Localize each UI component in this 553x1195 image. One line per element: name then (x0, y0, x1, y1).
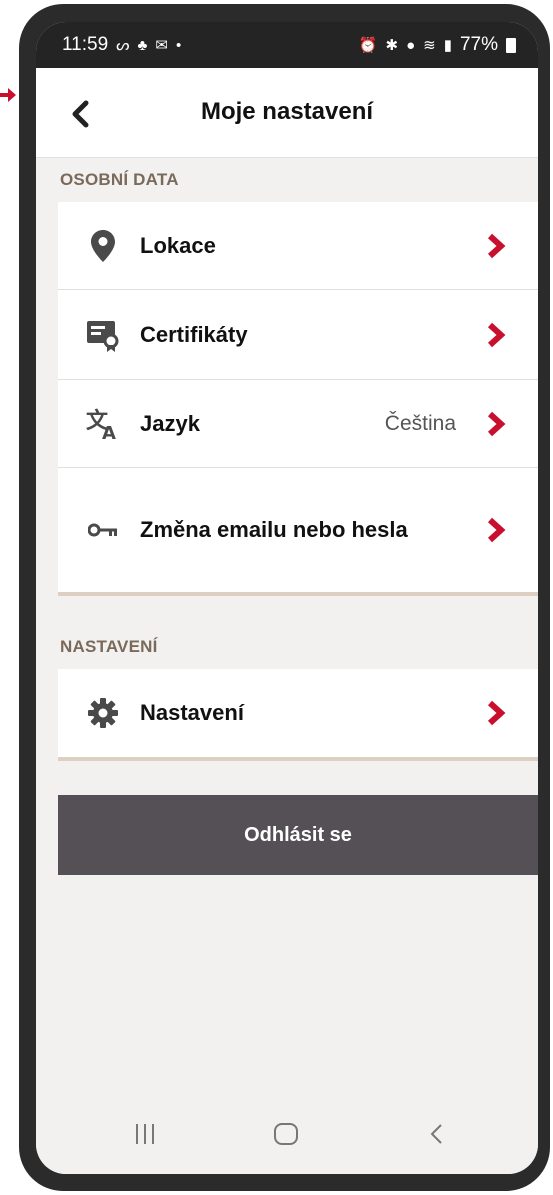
logout-button[interactable]: Odhlásit se (58, 795, 538, 875)
signal-icon: ▮ (443, 37, 452, 54)
notification-f-icon: ᔕ (116, 37, 130, 54)
group-divider (58, 757, 538, 761)
dot-icon: • (175, 36, 182, 54)
location-icon: ● (406, 36, 416, 54)
notification-app-icon: ♣ (137, 36, 148, 54)
svg-text:A: A (102, 423, 116, 440)
chevron-right-icon (487, 322, 506, 347)
recent-apps-icon[interactable] (134, 1122, 156, 1146)
gear-icon (86, 696, 120, 730)
list-item-label: Jazyk (140, 410, 200, 436)
system-navigation-bar (36, 1102, 538, 1174)
settings-list: Nastavení (58, 669, 538, 757)
list-item-location[interactable]: Lokace (58, 202, 538, 290)
chevron-right-icon (487, 517, 506, 543)
group-divider (58, 592, 538, 596)
chevron-right-icon (487, 700, 506, 726)
battery-icon (506, 37, 516, 53)
page-title: Moje nastavení (200, 98, 374, 125)
current-language-value: Čeština (384, 411, 456, 435)
translate-icon: 文 A (86, 407, 120, 441)
list-item-certificates[interactable]: Certifikáty (58, 290, 538, 380)
list-item-label: Certifikáty (140, 321, 248, 347)
annotation-arrow-icon (0, 88, 16, 102)
personal-data-list: Lokace Certifikáty 文 A Jazyk Čeština Změ… (58, 202, 538, 592)
back-nav-icon[interactable] (428, 1122, 446, 1146)
status-bar: 11:59 ᔕ ♣ ✉ • ⏰ ✱ ● ≋ ▮ 77% (36, 22, 538, 68)
list-item-label: Nastavení (140, 700, 244, 725)
chevron-right-icon (487, 411, 506, 436)
location-pin-icon (86, 229, 120, 263)
section-label-personal-data: OSOBNÍ DATA (60, 170, 179, 189)
app-screen: 11:59 ᔕ ♣ ✉ • ⏰ ✱ ● ≋ ▮ 77% Moje nastave… (36, 22, 538, 1174)
battery-percent: 77% (459, 34, 498, 55)
list-item-label: Změna emailu nebo hesla (140, 517, 408, 542)
bluetooth-icon: ✱ (385, 37, 399, 54)
certificate-icon (86, 318, 120, 352)
chevron-right-icon (487, 233, 506, 258)
section-label-settings: NASTAVENÍ (60, 637, 158, 656)
wifi-icon: ≋ (423, 37, 436, 54)
notification-message-icon: ✉ (155, 37, 168, 54)
key-icon (86, 513, 120, 547)
list-item-language[interactable]: 文 A Jazyk Čeština (58, 380, 538, 468)
app-header: Moje nastavení (36, 68, 538, 158)
status-time: 11:59 (62, 34, 109, 55)
home-icon[interactable] (272, 1122, 300, 1146)
list-item-settings[interactable]: Nastavení (58, 669, 538, 757)
list-item-label: Lokace (140, 232, 216, 258)
list-item-change-credentials[interactable]: Změna emailu nebo hesla (58, 468, 538, 592)
alarm-icon: ⏰ (358, 37, 378, 54)
